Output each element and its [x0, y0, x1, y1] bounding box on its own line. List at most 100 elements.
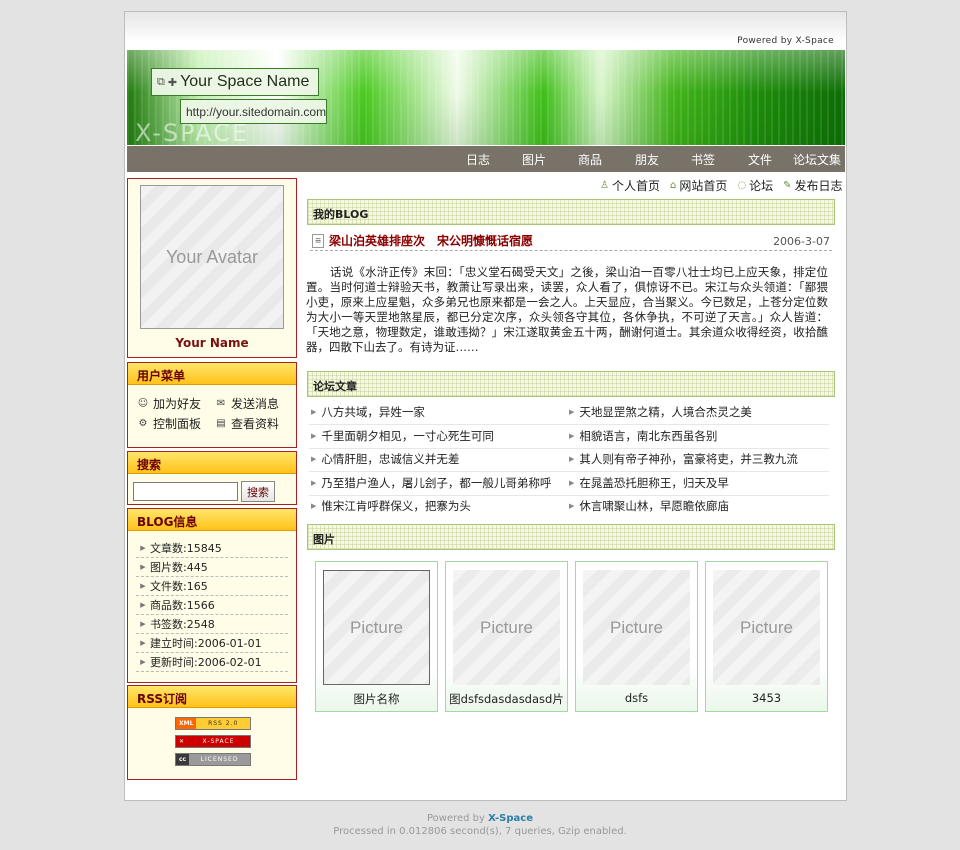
- avatar[interactable]: Your Avatar: [140, 185, 284, 329]
- footer-brand-link[interactable]: X-Space: [488, 813, 533, 824]
- picture-card[interactable]: Picture 3453: [705, 561, 828, 712]
- user-name[interactable]: Your Name: [128, 336, 296, 350]
- cc-licensed-badge[interactable]: cc LICENSED: [175, 753, 251, 766]
- forum-article-link[interactable]: ▶ 休言啸聚山林，早愿瞻依廊庙: [569, 496, 729, 516]
- send-message-link[interactable]: ✉ 发送消息: [214, 395, 292, 412]
- post-title-link[interactable]: ≡ 梁山泊英雄排座次 宋公明慷慨话宿愿: [312, 232, 533, 249]
- arrow-icon: ▶: [569, 502, 575, 510]
- picture-caption[interactable]: 图片名称: [316, 691, 437, 707]
- picture-thumbnail[interactable]: Picture: [583, 570, 690, 685]
- control-panel-icon: ⚙: [138, 418, 148, 429]
- article-title: 乃至猎户渔人，屠儿刽子，都一般儿哥弟称呼: [321, 476, 552, 490]
- add-friend-label: 加为好友: [153, 397, 202, 411]
- arrow-icon: ▶: [311, 502, 317, 510]
- nav-item-bookmarks[interactable]: 书签: [691, 151, 715, 168]
- divider: [310, 250, 832, 251]
- info-row: ▶ 书签数:2548: [136, 615, 288, 634]
- plus-icon: ✚: [167, 75, 178, 89]
- user-menu-title: 用户菜单: [128, 363, 296, 385]
- page-footer: Powered by X-Space Processed in 0.012806…: [0, 812, 960, 838]
- search-input[interactable]: [133, 482, 238, 501]
- document-icon: ≡: [312, 233, 324, 248]
- xspace-badge-left: ✕: [176, 736, 188, 747]
- nav-item-files[interactable]: 文件: [748, 151, 772, 168]
- add-friend-link[interactable]: ☺ 加为好友: [136, 395, 214, 412]
- arrow-icon: ▶: [140, 639, 146, 647]
- view-profile-label: 查看资料: [231, 417, 280, 431]
- view-profile-link[interactable]: ▤ 查看资料: [214, 415, 292, 432]
- picture-card[interactable]: Picture 图dsfsdasdasdasd片: [445, 561, 568, 712]
- arrow-icon: ▶: [569, 432, 575, 440]
- forum-article-link[interactable]: ▶ 千里面朝夕相见，一寸心死生可同: [311, 426, 494, 446]
- picture-thumbnail[interactable]: Picture: [453, 570, 560, 685]
- search-button[interactable]: 搜索: [241, 481, 275, 502]
- arrow-icon: ▶: [569, 408, 575, 416]
- info-row: ▶ 图片数:445: [136, 558, 288, 577]
- add-friend-icon: ☺: [137, 398, 149, 409]
- picture-card[interactable]: Picture 图片名称: [315, 561, 438, 712]
- site-name-box[interactable]: ⧉ ✚ Your Space Name: [151, 68, 319, 96]
- nav-item-friends[interactable]: 朋友: [635, 151, 659, 168]
- arrow-icon: ▶: [311, 408, 317, 416]
- site-url[interactable]: http://your.sitedomain.com: [180, 99, 327, 124]
- search-panel: 搜索 搜索: [127, 451, 297, 505]
- picture-caption[interactable]: 3453: [706, 691, 827, 705]
- site-name[interactable]: Your Space Name: [180, 73, 309, 91]
- site-banner: X-SPACE ⧉ ✚ Your Space Name http://your.…: [127, 50, 845, 145]
- arrow-icon: ▶: [140, 658, 146, 666]
- site-home-label: 网站首页: [679, 179, 728, 193]
- arrow-icon: ▶: [311, 432, 317, 440]
- pencil-icon: ✎: [783, 180, 792, 191]
- arrow-icon: ▶: [569, 455, 575, 463]
- post-body: 话说《水浒正传》末回：「忠义堂石碣受天文」之後，梁山泊一百零八壮士均已上应天象，…: [306, 265, 828, 354]
- xml-badge-right: RSS 2.0: [196, 718, 250, 729]
- nav-item-goods[interactable]: 商品: [578, 151, 602, 168]
- article-title: 相貌语言，南北东西虽各别: [579, 429, 718, 443]
- picture-thumbnail[interactable]: Picture: [713, 570, 820, 685]
- forum-link-label: 论坛: [749, 179, 774, 193]
- powered-by-header: Powered by X-Space: [737, 36, 834, 46]
- site-home-link[interactable]: ⌂ 网站首页: [670, 177, 727, 194]
- forum-article-link[interactable]: ▶ 在晁盖恐托胆称王，归天及早: [569, 473, 729, 493]
- footer-powered-prefix: Powered by: [426, 813, 489, 824]
- arrow-icon: ▶: [311, 479, 317, 487]
- forum-article-link[interactable]: ▶ 其人则有帝子神孙，富豪将吏，并三教九流: [569, 449, 798, 469]
- info-row: ▶ 更新时间:2006-02-01: [136, 653, 288, 672]
- home-link-label: 个人首页: [611, 179, 660, 193]
- picture-caption[interactable]: 图dsfsdasdasdasd片: [446, 691, 567, 707]
- top-links: ♙ 个人首页 ⌂ 网站首页 ◌ 论坛 ✎ 发布日志: [600, 177, 843, 194]
- arrow-icon: ▶: [569, 479, 575, 487]
- rss-xml-badge[interactable]: XML RSS 2.0: [175, 717, 251, 730]
- article-title: 在晁盖恐托胆称王，归天及早: [579, 476, 729, 490]
- nav-item-forum-collection[interactable]: 论坛文集: [793, 151, 841, 168]
- cc-badge-left: cc: [176, 754, 190, 765]
- forum-article-link[interactable]: ▶ 八方共域，异姓一家: [311, 402, 425, 422]
- forum-article-link[interactable]: ▶ 相貌语言，南北东西虽各别: [569, 426, 717, 446]
- home-link[interactable]: ♙ 个人首页: [600, 177, 660, 194]
- nav-item-diary[interactable]: 日志: [466, 151, 490, 168]
- picture-caption[interactable]: dsfs: [576, 691, 697, 705]
- article-title: 天地显罡煞之精，人境合杰灵之美: [579, 405, 752, 419]
- article-title: 千里面朝夕相见，一寸心死生可同: [321, 429, 494, 443]
- blog-section-title: 我的BLOG: [307, 199, 835, 225]
- picture-card[interactable]: Picture dsfs: [575, 561, 698, 712]
- forum-link[interactable]: ◌ 论坛: [737, 177, 773, 194]
- page-frame: Powered by X-Space X-SPACE ⧉ ✚ Your Spac…: [124, 11, 847, 801]
- xspace-badge[interactable]: ✕ X-SPACE: [175, 735, 251, 748]
- blog-info-panel: BLOG信息 ▶ 文章数:15845 ▶ 图片数:445 ▶ 文件数:165 ▶ 商品数…: [127, 508, 297, 683]
- forum-article-link[interactable]: ▶ 乃至猎户渔人，屠儿刽子，都一般儿哥弟称呼: [311, 473, 551, 493]
- post-date: 2006-3-07: [773, 235, 830, 248]
- nav-item-images[interactable]: 图片: [522, 151, 546, 168]
- publish-link[interactable]: ✎ 发布日志: [783, 177, 842, 194]
- picture-thumbnail[interactable]: Picture: [323, 570, 430, 685]
- divider: [309, 424, 829, 425]
- footer-processed: Processed in 0.012806 second(s), 7 queri…: [333, 826, 627, 837]
- forum-article-link[interactable]: ▶ 心情肝胆，忠诚信义并无差: [311, 449, 459, 469]
- info-created: 建立时间:2006-01-01: [150, 637, 262, 650]
- forum-article-link[interactable]: ▶ 天地显罡煞之精，人境合杰灵之美: [569, 402, 752, 422]
- control-panel-link[interactable]: ⚙ 控制面板: [136, 415, 214, 432]
- send-message-label: 发送消息: [231, 397, 280, 411]
- xml-badge-left: XML: [176, 718, 197, 729]
- search-title: 搜索: [128, 452, 296, 474]
- forum-article-link[interactable]: ▶ 惟宋江肯呼群保义，把寨为头: [311, 496, 471, 516]
